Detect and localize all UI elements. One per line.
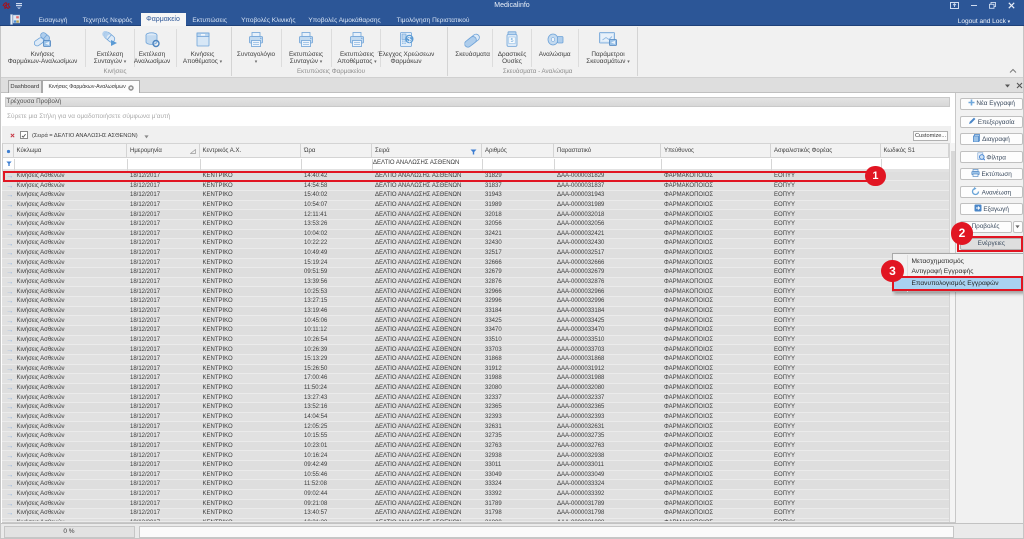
svg-text:$: $ [407, 34, 412, 43]
svg-text:5: 5 [510, 38, 513, 44]
